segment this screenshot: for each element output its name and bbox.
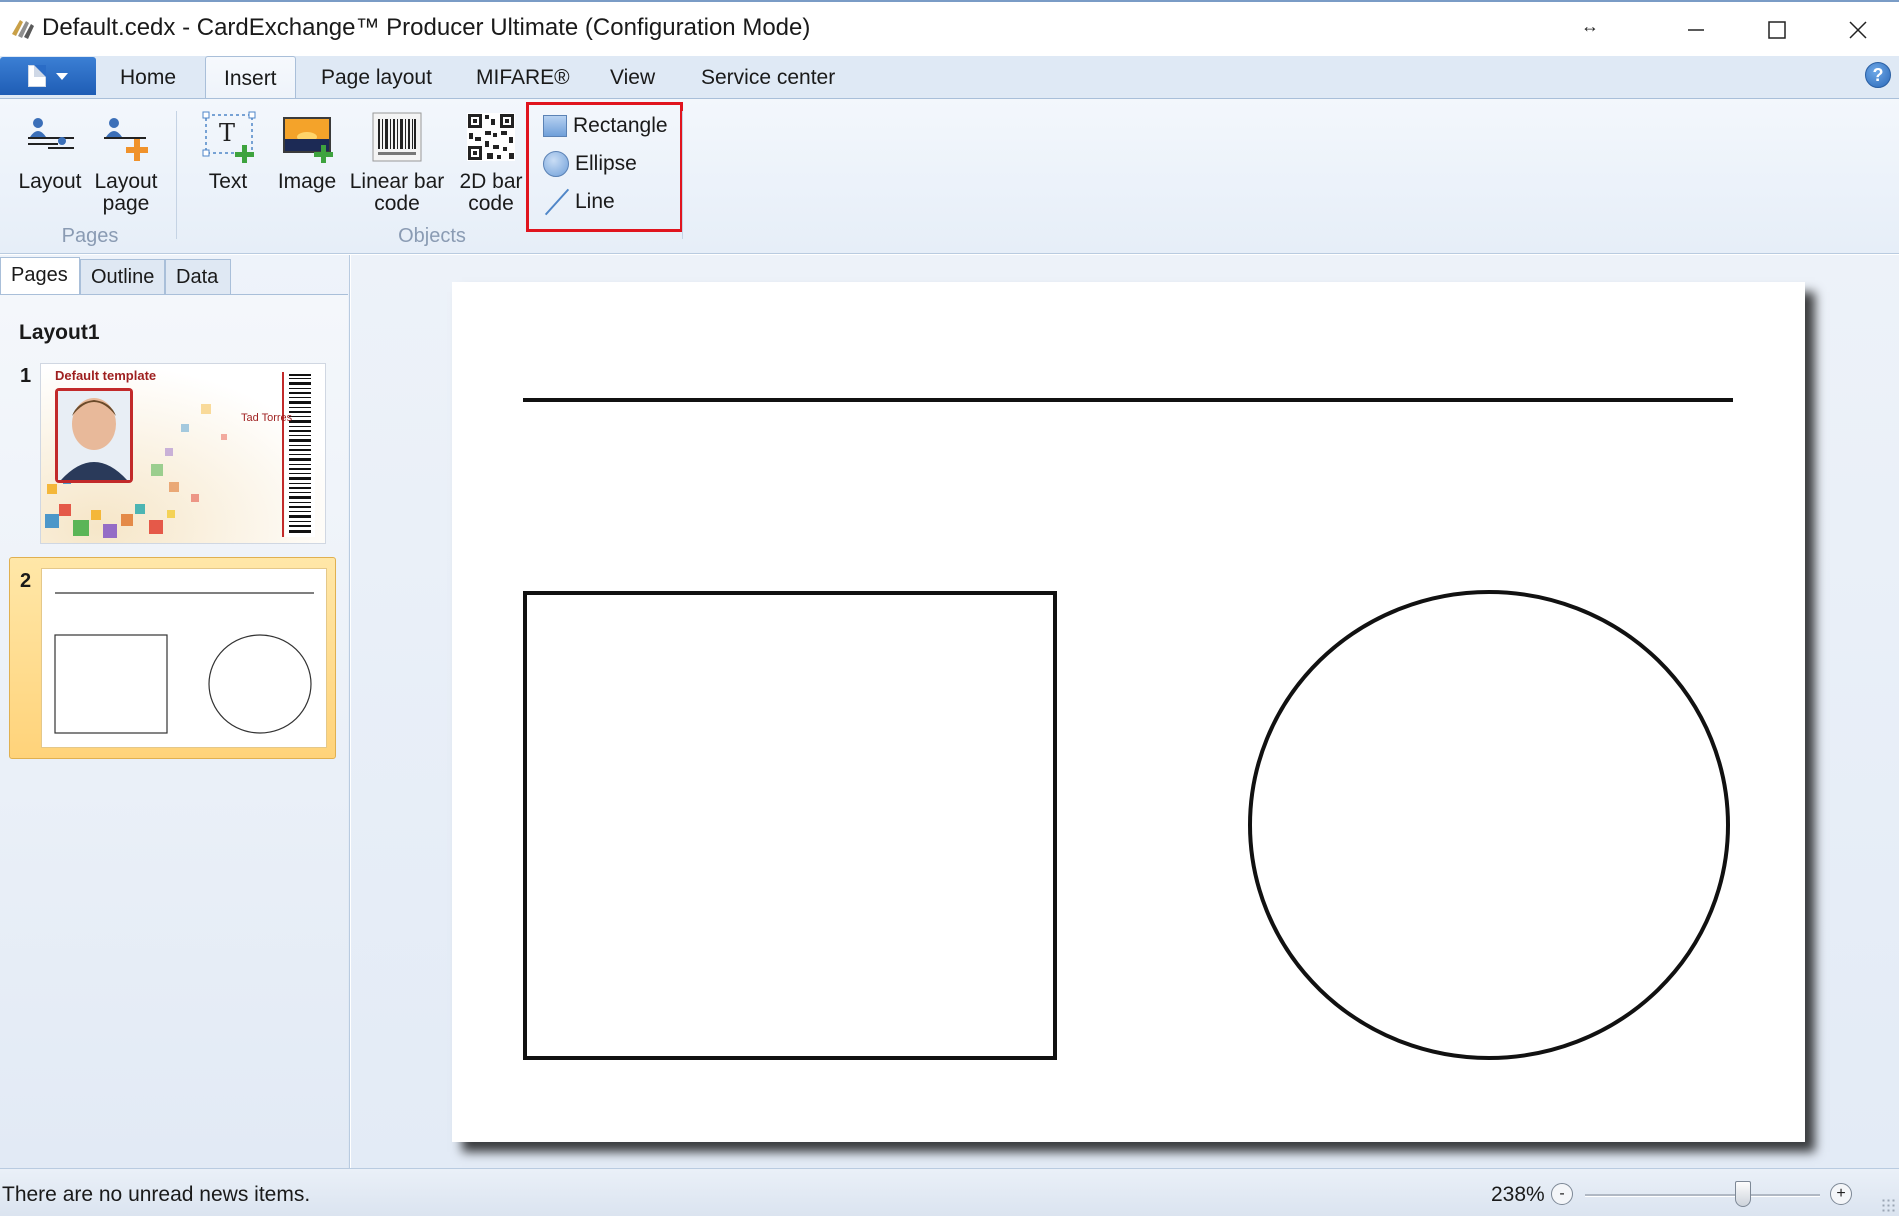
pages-group-label: Pages: [61, 225, 119, 247]
document-icon: [28, 65, 46, 87]
status-bar: There are no unread news items. 238% - +: [0, 1168, 1899, 1216]
line-icon: [543, 189, 569, 215]
image-button[interactable]: Image: [274, 109, 340, 193]
page-thumbnail-2: [41, 568, 327, 748]
zoom-in-button[interactable]: +: [1830, 1183, 1852, 1205]
title-bar: Default.cedx - CardExchange™ Producer Ul…: [0, 0, 1899, 56]
objects-group-label: Objects: [398, 225, 466, 247]
tab-insert[interactable]: Insert: [205, 56, 296, 99]
line-label: Line: [575, 190, 615, 213]
help-icon[interactable]: ?: [1865, 62, 1891, 88]
close-icon: [1849, 21, 1867, 39]
layout-name: Layout1: [19, 321, 100, 344]
ribbon-panel: Layout Layout page Pages T Text Image Li…: [0, 98, 1899, 254]
text-button[interactable]: T Text: [196, 109, 260, 193]
linear-barcode-button[interactable]: Linear bar code: [348, 109, 446, 215]
qr-code-icon: [467, 113, 515, 161]
text-insert-icon: T: [202, 111, 256, 163]
page-2-preview: [54, 592, 314, 734]
zoom-slider-thumb[interactable]: [1735, 1181, 1751, 1207]
rectangle-label: Rectangle: [573, 114, 668, 137]
page-number: 1: [20, 365, 32, 387]
page-thumbnail-2-selected[interactable]: 2: [9, 557, 336, 759]
layout-page-label-1: Layout: [94, 170, 158, 193]
app-logo-icon: [12, 20, 34, 39]
ellipse-shape: [1248, 590, 1730, 1060]
close-button[interactable]: [1818, 6, 1898, 54]
page-thumbnail-1[interactable]: Default template Tad Torres: [40, 363, 326, 544]
design-canvas[interactable]: [351, 255, 1899, 1168]
tab-home[interactable]: Home: [102, 56, 194, 98]
image-button-label: Image: [277, 170, 337, 193]
text-button-label: Text: [208, 170, 248, 193]
ellipse-button[interactable]: Ellipse: [543, 149, 637, 179]
tab-pages[interactable]: Pages: [0, 257, 80, 295]
rectangle-icon: [543, 115, 567, 137]
2d-barcode-button[interactable]: 2D bar code: [456, 109, 526, 215]
zoom-slider-track[interactable]: [1585, 1194, 1820, 1197]
group-separator: [682, 111, 683, 239]
tab-page-layout[interactable]: Page layout: [303, 56, 450, 98]
layout-page-button[interactable]: Layout page: [90, 109, 162, 215]
dropdown-arrow-icon: [56, 72, 68, 80]
id-card-preview: [41, 364, 325, 543]
news-status: There are no unread news items.: [2, 1183, 311, 1206]
card-page[interactable]: [452, 282, 1805, 1142]
tab-outline[interactable]: Outline: [80, 259, 165, 295]
minimize-button[interactable]: [1656, 6, 1736, 54]
ribbon-tab-row: Home Insert Page layout MIFARE® View Ser…: [0, 56, 1899, 99]
group-separator: [176, 111, 177, 239]
barcode-icon: [372, 112, 422, 162]
window-title: Default.cedx - CardExchange™ Producer Ul…: [42, 14, 811, 41]
resize-icon[interactable]: ↔: [1550, 2, 1630, 50]
file-menu-button[interactable]: [0, 57, 96, 95]
layout-button-label: Layout: [18, 170, 82, 193]
linear-barcode-label-2: code: [374, 192, 420, 215]
image-insert-icon: [283, 117, 333, 163]
person-name: Tad Torres: [241, 412, 293, 424]
tab-service-center[interactable]: Service center: [683, 56, 853, 98]
2d-barcode-label-2: code: [468, 192, 514, 215]
resize-grip-icon[interactable]: [1881, 1198, 1895, 1212]
layout-button[interactable]: Layout: [16, 109, 84, 193]
zoom-level: 238%: [1491, 1183, 1545, 1206]
page-number: 2: [20, 570, 32, 592]
pages-list: Layout1 1 Default template Tad Torres 2: [0, 294, 348, 1168]
2d-barcode-label-1: 2D bar: [459, 170, 523, 193]
rectangle-button[interactable]: Rectangle: [543, 111, 668, 141]
pages-panel: Pages Outline Data Layout1 1 Default tem…: [0, 255, 350, 1168]
tab-view[interactable]: View: [592, 56, 673, 98]
ellipse-label: Ellipse: [575, 152, 637, 175]
shapes-highlight-box: Rectangle Ellipse Line: [526, 102, 683, 232]
maximize-button[interactable]: [1737, 6, 1817, 54]
rectangle-shape: [523, 591, 1057, 1060]
svg-text:T: T: [219, 119, 235, 147]
zoom-out-button[interactable]: -: [1551, 1183, 1573, 1205]
layout-icon: [28, 118, 74, 149]
layout-page-label-2: page: [102, 192, 150, 215]
tab-mifare[interactable]: MIFARE®: [458, 56, 588, 98]
linear-barcode-label-1: Linear bar: [349, 170, 445, 193]
minimize-icon: [1688, 29, 1704, 31]
tab-data[interactable]: Data: [165, 259, 231, 295]
maximize-icon: [1768, 21, 1786, 39]
card-drawing: [523, 398, 1733, 1060]
template-title: Default template: [55, 368, 157, 383]
line-button[interactable]: Line: [543, 187, 615, 217]
layout-page-icon: [104, 118, 148, 161]
ellipse-icon: [543, 151, 569, 177]
